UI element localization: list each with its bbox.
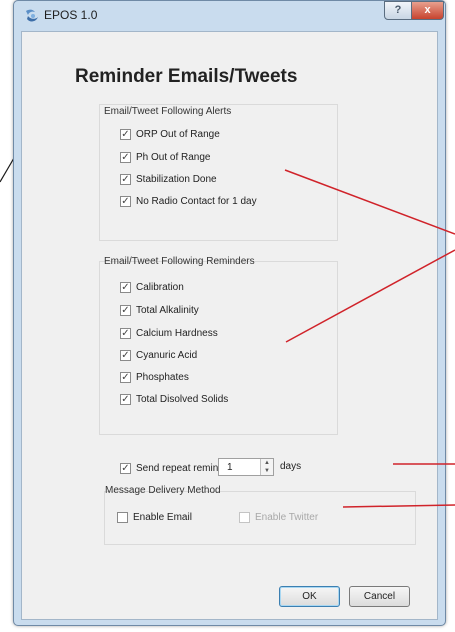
annotation-arrow-reminders (285, 249, 455, 343)
annotation-arrow-twitter (342, 504, 455, 508)
annotation-arrows (284, 169, 455, 508)
annotation-arrow-alerts (284, 169, 455, 235)
